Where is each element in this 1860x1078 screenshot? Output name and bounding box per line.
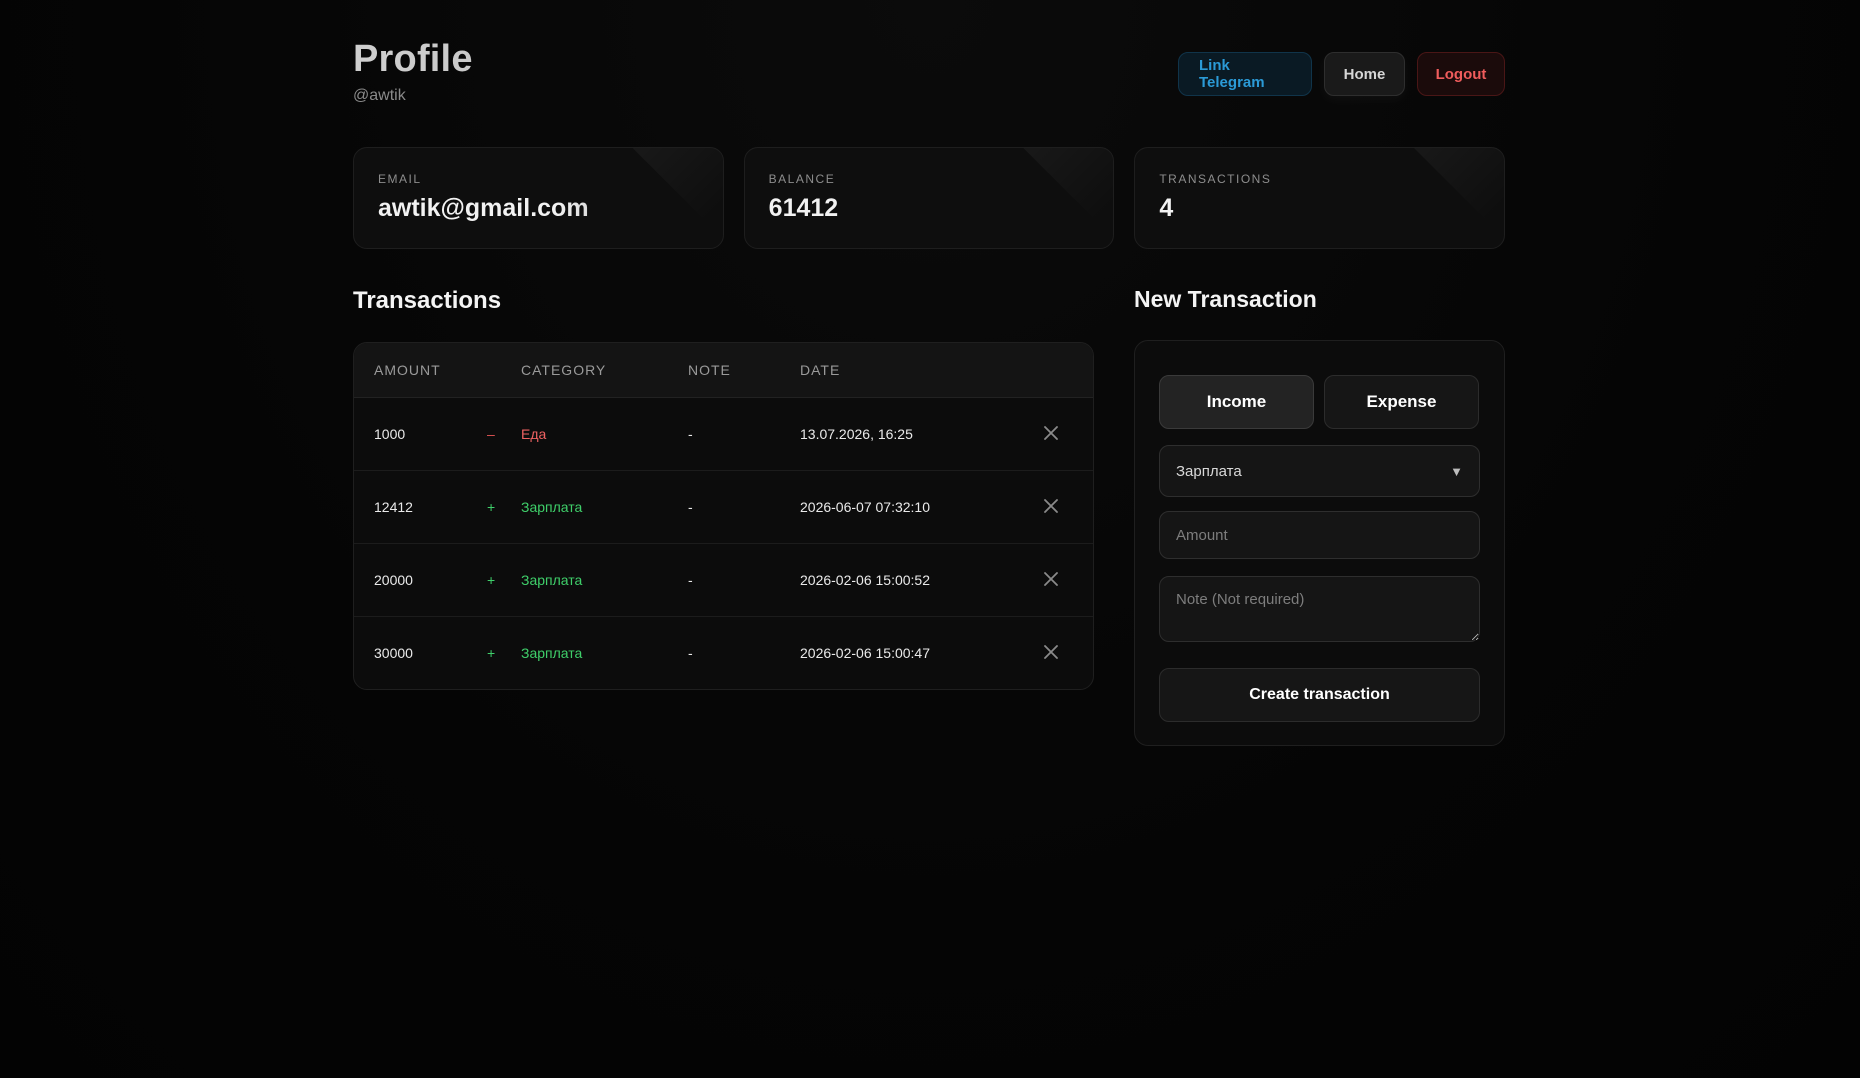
note-cell: - <box>688 645 693 661</box>
page-header: Profile @awtik Link Telegram Home Logout <box>353 38 1505 118</box>
new-transaction-heading: New Transaction <box>1134 286 1317 312</box>
delete-transaction-button[interactable] <box>1041 424 1061 444</box>
stat-label: BALANCE <box>768 172 836 186</box>
stat-card-balance: BALANCE 61412 <box>743 147 1115 249</box>
sign-indicator: + <box>487 572 496 588</box>
table-row: 1000 – Еда - 13.07.2026, 16:25 <box>354 398 1093 471</box>
create-transaction-button[interactable]: Create transaction <box>1159 668 1480 722</box>
transactions-table: AMOUNT CATEGORY NOTE DATE 1000 – Еда - 1… <box>353 342 1094 690</box>
category-cell: Зарплата <box>521 645 583 661</box>
logout-button[interactable]: Logout <box>1417 52 1505 96</box>
profile-page: Profile @awtik Link Telegram Home Logout… <box>0 0 1860 1078</box>
stat-card-transactions: TRANSACTIONS 4 <box>1134 147 1506 249</box>
delete-transaction-button[interactable] <box>1041 643 1061 663</box>
category-select[interactable]: Зарплата ▼ <box>1159 445 1480 497</box>
column-header-date: DATE <box>800 362 841 378</box>
stat-card-email: EMAIL awtik@gmail.com <box>353 147 724 249</box>
transactions-heading: Transactions <box>353 287 502 314</box>
amount-input[interactable] <box>1159 511 1480 559</box>
stat-value: awtik@gmail.com <box>378 194 699 223</box>
close-icon <box>1044 572 1058 586</box>
close-icon <box>1044 645 1058 659</box>
date-cell: 2026-02-06 15:00:47 <box>800 645 930 661</box>
amount-cell: 20000 <box>374 572 413 588</box>
column-header-note: NOTE <box>688 362 731 378</box>
date-cell: 2026-06-07 07:32:10 <box>800 499 930 515</box>
new-transaction-form: Income Expense Зарплата ▼ Create transac… <box>1134 340 1505 746</box>
stat-value: 61412 <box>769 194 1090 223</box>
delete-transaction-button[interactable] <box>1041 570 1061 590</box>
table-row: 12412 + Зарплата - 2026-06-07 07:32:10 <box>354 471 1093 544</box>
header-actions: Link Telegram Home Logout <box>1178 52 1505 96</box>
home-button[interactable]: Home <box>1324 52 1405 96</box>
delete-transaction-button[interactable] <box>1041 497 1061 517</box>
column-header-amount: AMOUNT <box>374 362 441 378</box>
transaction-type-toggle: Income Expense <box>1159 375 1479 429</box>
table-header: AMOUNT CATEGORY NOTE DATE <box>354 343 1093 398</box>
income-type-button[interactable]: Income <box>1159 375 1314 429</box>
note-cell: - <box>688 426 693 442</box>
sign-indicator: – <box>487 426 495 442</box>
stat-value: 4 <box>1159 194 1480 223</box>
date-cell: 2026-02-06 15:00:52 <box>800 572 930 588</box>
category-cell: Еда <box>521 426 547 442</box>
note-cell: - <box>688 499 693 515</box>
close-icon <box>1044 426 1058 440</box>
amount-cell: 1000 <box>374 426 406 442</box>
dropdown-arrow-icon: ▼ <box>1450 463 1463 479</box>
category-cell: Зарплата <box>521 572 583 588</box>
sign-indicator: + <box>487 645 496 661</box>
column-header-category: CATEGORY <box>521 362 607 378</box>
amount-cell: 30000 <box>374 645 413 661</box>
category-cell: Зарплата <box>521 499 583 515</box>
date-cell: 13.07.2026, 16:25 <box>800 426 913 442</box>
note-textarea[interactable] <box>1159 576 1480 642</box>
expense-type-button[interactable]: Expense <box>1324 375 1479 429</box>
link-telegram-button[interactable]: Link Telegram <box>1178 52 1312 96</box>
table-row: 20000 + Зарплата - 2026-02-06 15:00:52 <box>354 544 1093 617</box>
note-cell: - <box>688 572 693 588</box>
stats-row: EMAIL awtik@gmail.com BALANCE 61412 TRAN… <box>353 147 1506 249</box>
stat-label: EMAIL <box>378 172 422 186</box>
close-icon <box>1044 499 1058 513</box>
table-row: 30000 + Зарплата - 2026-02-06 15:00:47 <box>354 617 1093 689</box>
sign-indicator: + <box>487 499 496 515</box>
amount-cell: 12412 <box>374 499 413 515</box>
category-select-value: Зарплата <box>1176 462 1242 480</box>
stat-label: TRANSACTIONS <box>1159 172 1272 186</box>
